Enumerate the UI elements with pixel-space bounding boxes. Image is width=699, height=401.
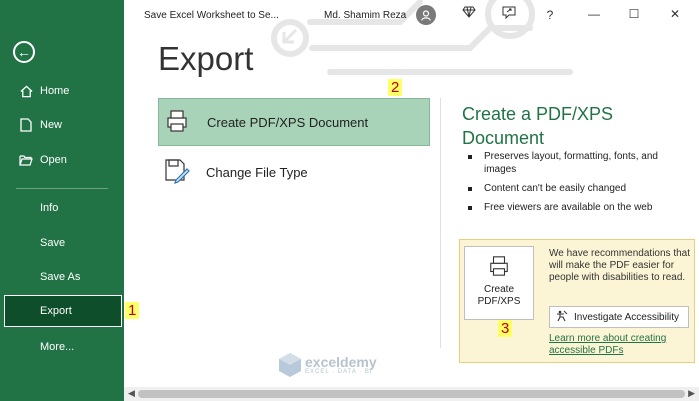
option-change-file-type[interactable]: Change File Type	[158, 148, 430, 196]
backstage-sidebar: ← Home New Open Info Save Save As Export…	[0, 0, 124, 401]
scroll-left-icon[interactable]: ◀	[128, 388, 135, 399]
step-badge-3: 3	[498, 320, 513, 337]
share-icon[interactable]	[500, 6, 518, 22]
diamond-icon[interactable]	[460, 6, 478, 21]
option-label: Change File Type	[206, 164, 308, 180]
sidebar-item-more[interactable]: More...	[0, 331, 124, 363]
list-item: Content can't be easily changed	[466, 182, 686, 195]
minimize-icon[interactable]: —	[585, 7, 603, 21]
watermark-name: exceldemy	[305, 354, 377, 370]
sidebar-item-save[interactable]: Save	[0, 227, 124, 259]
sidebar-item-label: Export	[40, 305, 72, 317]
list-item: Free viewers are available on the web	[466, 201, 686, 214]
option-create-pdf-xps[interactable]: Create PDF/XPS Document	[158, 98, 430, 146]
list-item: Preserves layout, formatting, fonts, and…	[466, 150, 686, 176]
horizontal-scrollbar[interactable]: ◀ ▶	[124, 387, 699, 401]
sidebar-item-label: Info	[40, 202, 59, 214]
watermark: exceldemy EXCEL · DATA · BI	[278, 352, 377, 378]
titlebar: Save Excel Worksheet to Se... Md. Shamim…	[124, 0, 699, 30]
pdf-document-icon	[165, 109, 191, 136]
option-label: Create PDF/XPS Document	[207, 114, 369, 130]
sidebar-item-new[interactable]: New	[0, 109, 124, 141]
sidebar-item-save-as[interactable]: Save As	[0, 261, 124, 293]
learn-more-accessibility-link[interactable]: Learn more about creating accessible PDF…	[549, 333, 691, 357]
change-file-type-icon	[164, 158, 190, 187]
document-title: Save Excel Worksheet to Se...	[144, 10, 279, 21]
folder-open-icon	[18, 154, 34, 166]
sidebar-divider	[16, 188, 108, 189]
accessibility-text: We have recommendations that will make t…	[549, 248, 691, 283]
user-name[interactable]: Md. Shamim Reza	[324, 10, 406, 21]
sidebar-item-export[interactable]: Export	[4, 295, 122, 327]
panel-title: Create a PDF/XPS Document	[462, 104, 614, 148]
sidebar-item-open[interactable]: Open	[0, 144, 124, 176]
sidebar-item-label: Home	[40, 85, 70, 97]
sidebar-item-label: Save	[40, 237, 66, 249]
accessibility-icon	[556, 310, 568, 325]
create-button-label: Create PDF/XPS	[477, 284, 521, 307]
step-badge-2: 2	[388, 79, 403, 96]
close-icon[interactable]: ✕	[666, 7, 684, 21]
back-arrow-icon[interactable]: ←	[13, 41, 35, 63]
sidebar-item-label: More...	[40, 341, 75, 353]
watermark-logo-icon	[279, 353, 301, 377]
scrollbar-thumb[interactable]	[138, 390, 685, 398]
watermark-tagline: EXCEL · DATA · BI	[305, 369, 373, 375]
home-icon	[18, 85, 34, 98]
maximize-icon[interactable]: ☐	[625, 7, 643, 21]
sidebar-item-home[interactable]: Home	[0, 75, 124, 107]
accessibility-recommendation-box: Create PDF/XPS We have recommendations t…	[459, 239, 695, 363]
new-document-icon	[18, 118, 34, 132]
sidebar-item-label: Save As	[40, 271, 81, 283]
page-title: Export	[158, 40, 254, 77]
sidebar-item-info[interactable]: Info	[0, 192, 124, 224]
avatar[interactable]	[416, 5, 436, 25]
step-badge-1: 1	[125, 302, 140, 319]
button-label: Investigate Accessibility	[574, 311, 680, 323]
panel-divider	[440, 98, 441, 348]
sidebar-item-label: Open	[40, 154, 67, 166]
investigate-accessibility-button[interactable]: Investigate Accessibility	[549, 306, 689, 328]
scroll-right-icon[interactable]: ▶	[688, 388, 695, 399]
feature-list: Preserves layout, formatting, fonts, and…	[466, 150, 686, 220]
create-pdf-xps-button[interactable]: Create PDF/XPS	[464, 246, 534, 320]
pdf-document-icon	[488, 255, 510, 280]
sidebar-item-label: New	[40, 119, 63, 131]
help-icon[interactable]: ?	[541, 8, 559, 22]
